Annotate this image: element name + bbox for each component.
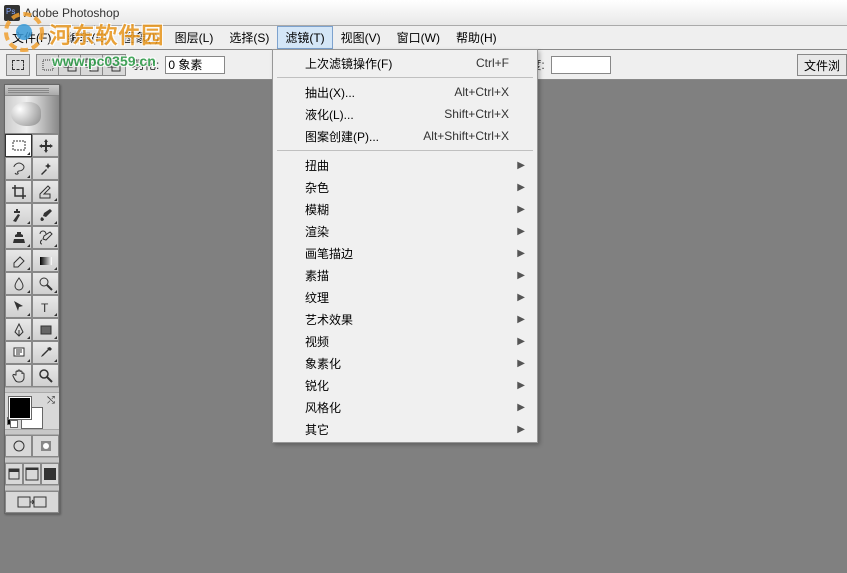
menu-separator [277, 77, 533, 78]
menu-file[interactable]: 文件(F) [4, 26, 59, 49]
menu-other[interactable]: 其它▶ [275, 418, 535, 440]
submenu-arrow-icon: ▶ [517, 336, 525, 347]
document-thumbnail [5, 96, 59, 134]
screen-full-icon[interactable] [41, 463, 59, 485]
crop-tool-icon[interactable] [5, 180, 32, 203]
menu-texture[interactable]: 纹理▶ [275, 286, 535, 308]
file-browser-button[interactable]: 文件浏 [797, 54, 847, 76]
title-bar: Adobe Photoshop [0, 0, 847, 26]
submenu-arrow-icon: ▶ [517, 204, 525, 215]
slice-tool-icon[interactable] [32, 180, 59, 203]
jump-to-imageready-icon[interactable] [5, 491, 59, 513]
menu-edit[interactable]: 编辑(E) [59, 26, 115, 49]
type-tool-icon[interactable]: T [32, 295, 59, 318]
screen-full-menubar-icon[interactable] [23, 463, 41, 485]
submenu-arrow-icon: ▶ [517, 292, 525, 303]
menu-pixelate[interactable]: 象素化▶ [275, 352, 535, 374]
swap-colors-icon[interactable]: ⤭ [47, 395, 55, 406]
selection-new-icon[interactable] [37, 55, 59, 75]
submenu-arrow-icon: ▶ [517, 424, 525, 435]
menu-image[interactable]: 图象(I) [115, 26, 166, 49]
menu-artistic[interactable]: 艺术效果▶ [275, 308, 535, 330]
submenu-arrow-icon: ▶ [517, 248, 525, 259]
marquee-tool-icon[interactable] [5, 134, 32, 157]
foreground-color[interactable] [9, 397, 31, 419]
history-brush-tool-icon[interactable] [32, 226, 59, 249]
gradient-tool-icon[interactable] [32, 249, 59, 272]
current-tool-icon[interactable] [6, 54, 30, 76]
toolbox-drag-handle[interactable] [5, 85, 59, 96]
menu-layer[interactable]: 图层(L) [167, 26, 222, 49]
dodge-tool-icon[interactable] [32, 272, 59, 295]
menu-pattern-maker[interactable]: 图案创建(P)...Alt+Shift+Ctrl+X [275, 125, 535, 147]
submenu-arrow-icon: ▶ [517, 314, 525, 325]
notes-tool-icon[interactable] [5, 341, 32, 364]
eyedropper-tool-icon[interactable] [32, 341, 59, 364]
menu-separator [277, 150, 533, 151]
menu-render[interactable]: 渲染▶ [275, 220, 535, 242]
submenu-arrow-icon: ▶ [517, 380, 525, 391]
svg-text:T: T [41, 301, 49, 315]
eraser-tool-icon[interactable] [5, 249, 32, 272]
menu-blur[interactable]: 模糊▶ [275, 198, 535, 220]
menu-window[interactable]: 窗口(W) [389, 26, 448, 49]
submenu-arrow-icon: ▶ [517, 270, 525, 281]
feather-label: 羽化: [132, 56, 159, 73]
app-icon [4, 5, 20, 21]
submenu-arrow-icon: ▶ [517, 402, 525, 413]
height-input[interactable] [551, 56, 611, 74]
path-selection-tool-icon[interactable] [5, 295, 32, 318]
color-swatch: ⤭ [5, 393, 59, 429]
blur-tool-icon[interactable] [5, 272, 32, 295]
standard-mode-icon[interactable] [5, 435, 32, 457]
hand-tool-icon[interactable] [5, 364, 32, 387]
selection-add-icon[interactable] [59, 55, 81, 75]
selection-subtract-icon[interactable] [81, 55, 103, 75]
shape-tool-icon[interactable] [32, 318, 59, 341]
brush-tool-icon[interactable] [32, 203, 59, 226]
menu-bar: 文件(F) 编辑(E) 图象(I) 图层(L) 选择(S) 滤镜(T) 视图(V… [0, 26, 847, 50]
submenu-arrow-icon: ▶ [517, 160, 525, 171]
submenu-arrow-icon: ▶ [517, 358, 525, 369]
magic-wand-tool-icon[interactable] [32, 157, 59, 180]
healing-brush-tool-icon[interactable] [5, 203, 32, 226]
selection-mode-group [36, 54, 126, 76]
menu-video[interactable]: 视频▶ [275, 330, 535, 352]
app-title: Adobe Photoshop [24, 6, 119, 20]
menu-liquify[interactable]: 液化(L)...Shift+Ctrl+X [275, 103, 535, 125]
menu-distort[interactable]: 扭曲▶ [275, 154, 535, 176]
pen-tool-icon[interactable] [5, 318, 32, 341]
submenu-arrow-icon: ▶ [517, 182, 525, 193]
menu-filter[interactable]: 滤镜(T) [277, 26, 332, 49]
menu-help[interactable]: 帮助(H) [448, 26, 505, 49]
menu-extract[interactable]: 抽出(X)...Alt+Ctrl+X [275, 81, 535, 103]
toolbox-panel[interactable]: T ⤭ [4, 84, 60, 514]
filter-menu-dropdown: 上次滤镜操作(F)Ctrl+F 抽出(X)...Alt+Ctrl+X 液化(L)… [272, 49, 538, 443]
lasso-tool-icon[interactable] [5, 157, 32, 180]
menu-sketch[interactable]: 素描▶ [275, 264, 535, 286]
menu-noise[interactable]: 杂色▶ [275, 176, 535, 198]
menu-brush-strokes[interactable]: 画笔描边▶ [275, 242, 535, 264]
clone-stamp-tool-icon[interactable] [5, 226, 32, 249]
move-tool-icon[interactable] [32, 134, 59, 157]
menu-last-filter[interactable]: 上次滤镜操作(F)Ctrl+F [275, 52, 535, 74]
menu-sharpen[interactable]: 锐化▶ [275, 374, 535, 396]
feather-input[interactable] [165, 56, 225, 74]
screen-standard-icon[interactable] [5, 463, 23, 485]
quickmask-mode-icon[interactable] [32, 435, 59, 457]
menu-stylize[interactable]: 风格化▶ [275, 396, 535, 418]
zoom-tool-icon[interactable] [32, 364, 59, 387]
menu-view[interactable]: 视图(V) [333, 26, 389, 49]
submenu-arrow-icon: ▶ [517, 226, 525, 237]
menu-select[interactable]: 选择(S) [221, 26, 277, 49]
selection-intersect-icon[interactable] [103, 55, 125, 75]
